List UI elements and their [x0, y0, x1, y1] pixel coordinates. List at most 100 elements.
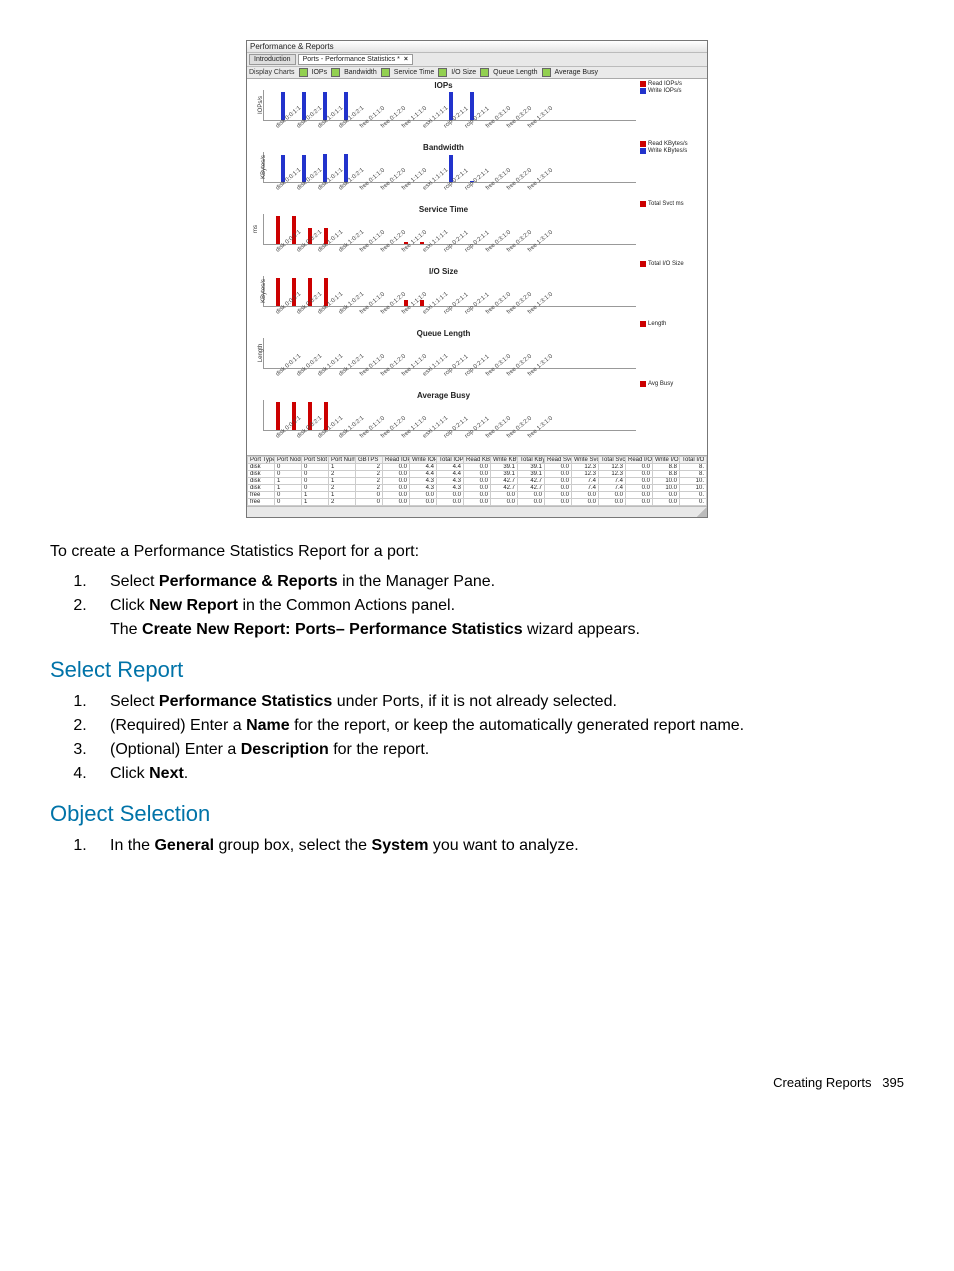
checkbox-avgbusy[interactable]	[542, 68, 551, 77]
x-tick: free 0:1:1:0	[359, 367, 377, 387]
cell: 0	[302, 485, 329, 492]
col-header[interactable]: Write I/O Size	[653, 457, 680, 464]
toolbar-label: Display Charts	[249, 69, 295, 76]
x-tick: disk 1:0:1:1	[317, 243, 335, 263]
chart-title: Average Busy	[251, 391, 636, 400]
charts-column: IOPsIOPs/sdisk 0:0:1:1disk 0:0:2:1disk 1…	[247, 79, 638, 455]
x-tick: esxi 1:1:1:1	[422, 181, 440, 201]
col-header[interactable]: Port Type	[248, 457, 275, 464]
cell: 0	[302, 464, 329, 471]
table-row[interactable]: free01200.00.00.00.00.00.00.00.00.00.00.…	[248, 499, 707, 506]
cell: 0.0	[653, 499, 680, 506]
x-tick: esxi 1:1:1:1	[422, 367, 440, 387]
cell: 42.7	[491, 485, 518, 492]
table-row[interactable]: disk10220.04.34.30.042.742.70.07.47.40.0…	[248, 485, 707, 492]
cell: free	[248, 492, 275, 499]
chart-title: I/O Size	[251, 267, 636, 276]
cell: 42.7	[518, 478, 545, 485]
x-tick: free 0:3:2:0	[506, 367, 524, 387]
col-header[interactable]: Write IOPs/s	[410, 457, 437, 464]
x-tick: disk 0:0:2:1	[296, 305, 314, 325]
cell: 4.4	[410, 464, 437, 471]
cell: 1	[329, 478, 356, 485]
list-item: Select Performance & Reports in the Mana…	[100, 573, 904, 591]
x-tick: free 0:3:1:0	[485, 243, 503, 263]
table-row[interactable]: free01100.00.00.00.00.00.00.00.00.00.00.…	[248, 492, 707, 499]
chart-toolbar: Display Charts IOPs Bandwidth Service Ti…	[247, 67, 707, 79]
cell: 1	[302, 499, 329, 506]
col-header[interactable]: Port Number	[329, 457, 356, 464]
x-tick: rcip 0:2:1:1	[464, 181, 482, 201]
legend-item: Length	[640, 321, 705, 327]
cell: 10.	[680, 478, 707, 485]
x-tick: rcip 0:2:1:1	[443, 367, 461, 387]
chart-service-time: Service Timemsdisk 0:0:1:1disk 0:0:2:1di…	[251, 205, 636, 263]
x-tick: free 0:3:2:0	[506, 305, 524, 325]
table-row[interactable]: disk00220.04.44.40.039.139.10.012.312.30…	[248, 471, 707, 478]
x-tick: free 0:3:2:0	[506, 243, 524, 263]
col-header[interactable]: Port Node	[275, 457, 302, 464]
cell: 12.3	[572, 471, 599, 478]
cell: 0	[302, 478, 329, 485]
cell: 4.4	[437, 471, 464, 478]
col-header[interactable]: Total KBytes/s	[518, 457, 545, 464]
close-icon[interactable]: ×	[404, 56, 408, 63]
app-window: Performance & Reports Introduction Ports…	[246, 40, 708, 518]
cell: 0.0	[626, 471, 653, 478]
x-tick: free 0:3:1:0	[485, 119, 503, 139]
cell: 4.3	[410, 485, 437, 492]
checkbox-svct[interactable]	[381, 68, 390, 77]
bar	[276, 402, 280, 430]
x-tick: rcip 0:2:1:1	[443, 181, 461, 201]
cell: disk	[248, 485, 275, 492]
x-tick: free 1:1:1:0	[401, 305, 419, 325]
x-tick: free 0:1:2:0	[380, 367, 398, 387]
x-tick: disk 1:0:2:1	[338, 119, 356, 139]
cell: 39.1	[491, 464, 518, 471]
col-header[interactable]: Port Slot	[302, 457, 329, 464]
cell: 0.0	[599, 492, 626, 499]
checkbox-iops[interactable]	[299, 68, 308, 77]
col-header[interactable]: Total I/O Size	[680, 457, 707, 464]
data-table: Port TypePort NodePort SlotPort NumberGB…	[247, 456, 707, 506]
list-item: Select Performance Statistics under Port…	[100, 693, 904, 711]
x-tick: free 0:3:2:0	[506, 429, 524, 449]
col-header[interactable]: Read IOPs/s	[383, 457, 410, 464]
legend-swatch	[640, 141, 646, 147]
col-header[interactable]: Read Svct ms	[545, 457, 572, 464]
tab-introduction[interactable]: Introduction	[249, 54, 296, 65]
cell: 2	[356, 464, 383, 471]
cell: 1	[329, 464, 356, 471]
col-header[interactable]: Total Svct ms	[599, 457, 626, 464]
checkbox-iosize[interactable]	[438, 68, 447, 77]
tab-ports-perf[interactable]: Ports - Performance Statistics * ×	[298, 54, 413, 65]
cell: 8.	[680, 464, 707, 471]
cell: 2	[329, 499, 356, 506]
x-tick: disk 0:0:1:1	[275, 119, 293, 139]
cell: 2	[329, 485, 356, 492]
x-tick: disk 0:0:1:1	[275, 305, 293, 325]
legend-swatch	[640, 381, 646, 387]
col-header[interactable]: Write KBytes/s	[491, 457, 518, 464]
col-header[interactable]: GBTPS	[356, 457, 383, 464]
cell: 0.0	[545, 485, 572, 492]
x-tick: disk 1:0:1:1	[317, 181, 335, 201]
col-header[interactable]: Read KBytes/s	[464, 457, 491, 464]
table-row[interactable]: disk00120.04.44.40.039.139.10.012.312.30…	[248, 464, 707, 471]
cell: 0.0	[653, 492, 680, 499]
legend-text: Avg Busy	[648, 381, 673, 387]
footer-page: 395	[882, 1075, 904, 1090]
checkbox-qlen[interactable]	[480, 68, 489, 77]
col-header[interactable]: Read I/O Size	[626, 457, 653, 464]
x-tick: free 0:1:2:0	[380, 429, 398, 449]
cell: 0.0	[626, 485, 653, 492]
x-tick: rcip 0:2:1:1	[464, 305, 482, 325]
checkbox-bandwidth[interactable]	[331, 68, 340, 77]
cell: 0.0	[464, 492, 491, 499]
horizontal-scrollbar[interactable]	[247, 506, 707, 517]
col-header[interactable]: Write Svct ms	[572, 457, 599, 464]
col-header[interactable]: Total IOPs/s	[437, 457, 464, 464]
cell: 0.0	[572, 499, 599, 506]
table-row[interactable]: disk10120.04.34.30.042.742.70.07.47.40.0…	[248, 478, 707, 485]
legend-swatch	[640, 321, 646, 327]
